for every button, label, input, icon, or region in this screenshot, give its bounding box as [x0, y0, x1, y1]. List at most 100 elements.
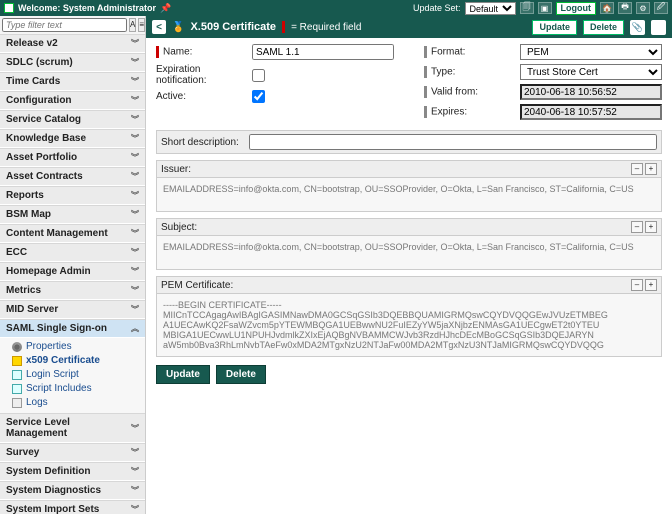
- nav-group-label: Configuration: [6, 95, 72, 106]
- short-desc-input[interactable]: [249, 134, 657, 150]
- nav-subitem[interactable]: Script Includes: [12, 382, 141, 395]
- top-bar: Welcome: System Administrator 📌 Update S…: [0, 0, 672, 16]
- form-title: X.509 Certificate: [190, 21, 276, 33]
- nav-group[interactable]: Service Catalog︾: [0, 110, 145, 129]
- nav-group-label: MID Server: [6, 304, 58, 315]
- subject-text[interactable]: EMAILADDRESS=info@okta.com, CN=bootstrap…: [156, 236, 662, 270]
- format-select[interactable]: PEM: [520, 44, 662, 60]
- nav-subitem[interactable]: x509 Certificate: [12, 354, 141, 367]
- nav-group[interactable]: System Definition︾: [0, 462, 145, 481]
- nav-group[interactable]: Knowledge Base︾: [0, 129, 145, 148]
- nav-group-label: ECC: [6, 247, 27, 258]
- nav-group[interactable]: Release v2︾: [0, 34, 145, 53]
- chevron-down-icon: ︾: [131, 447, 139, 458]
- active-checkbox[interactable]: [252, 90, 265, 103]
- chevron-down-icon: ︾: [131, 171, 139, 182]
- chevron-down-icon: ︾: [131, 76, 139, 87]
- short-desc-row: Short description:: [156, 130, 662, 154]
- nav-group[interactable]: Time Cards︾: [0, 72, 145, 91]
- nav-group-label: Service Level Management: [6, 417, 131, 439]
- header-menu-icon[interactable]: ▾: [651, 20, 666, 35]
- pem-collapse-icon[interactable]: –: [631, 279, 643, 291]
- nav-group[interactable]: SDLC (scrum)︾: [0, 53, 145, 72]
- active-label: Active:: [156, 91, 246, 102]
- pem-label: PEM Certificate:: [161, 280, 233, 291]
- header-attach-icon[interactable]: 📎: [630, 20, 645, 35]
- nav-group[interactable]: Survey︾: [0, 443, 145, 462]
- nav-group[interactable]: MID Server︾: [0, 300, 145, 319]
- issuer-label: Issuer:: [161, 164, 191, 175]
- nav-group-label: Reports: [6, 190, 44, 201]
- nav-group[interactable]: Service Level Management︾: [0, 413, 145, 443]
- help-icon[interactable]: 🖉: [654, 2, 668, 14]
- header-update-button[interactable]: Update: [532, 20, 577, 35]
- nav-group-label: Asset Contracts: [6, 171, 83, 182]
- nav-subitem[interactable]: Properties: [12, 340, 141, 353]
- chevron-down-icon: ︾: [131, 133, 139, 144]
- nav-group[interactable]: Asset Contracts ︾: [0, 167, 145, 186]
- nav-group[interactable]: SAML Single Sign-on︽: [0, 319, 145, 338]
- back-button[interactable]: <: [152, 20, 166, 34]
- type-select[interactable]: Trust Store Cert: [520, 64, 662, 80]
- cert-icon: 🏅: [172, 22, 184, 33]
- issuer-collapse-icon[interactable]: –: [631, 163, 643, 175]
- exp-notify-checkbox[interactable]: [252, 69, 265, 82]
- nav-group[interactable]: Metrics︾: [0, 281, 145, 300]
- filter-expand-icon[interactable]: ≡: [138, 18, 145, 32]
- nav-group[interactable]: Asset Portfolio︾: [0, 148, 145, 167]
- chevron-down-icon: ︾: [131, 423, 139, 434]
- chevron-down-icon: ︾: [131, 247, 139, 258]
- exp-notify-label: Expiration notification:: [156, 64, 246, 86]
- nav-group[interactable]: Content Management︾: [0, 224, 145, 243]
- issuer-expand-icon[interactable]: +: [645, 163, 657, 175]
- view-set-icon[interactable]: 🗐: [520, 2, 534, 14]
- nav-group[interactable]: BSM Map︾: [0, 205, 145, 224]
- settings-icon[interactable]: ▣: [538, 2, 552, 14]
- nav-group[interactable]: Configuration ︾: [0, 91, 145, 110]
- home-icon[interactable]: 🏠: [600, 2, 614, 14]
- nav-group[interactable]: Reports︾: [0, 186, 145, 205]
- chevron-down-icon: ︾: [131, 57, 139, 68]
- chevron-down-icon: ︾: [131, 95, 139, 106]
- expires-label: Expires:: [424, 106, 514, 118]
- chevron-down-icon: ︾: [131, 266, 139, 277]
- subject-collapse-icon[interactable]: –: [631, 221, 643, 233]
- welcome-block: Welcome: System Administrator 📌: [4, 3, 413, 14]
- delete-button[interactable]: Delete: [216, 365, 266, 384]
- required-marker: [282, 21, 285, 33]
- main-pane: < 🏅 X.509 Certificate = Required field U…: [146, 16, 672, 514]
- subject-expand-icon[interactable]: +: [645, 221, 657, 233]
- filter-clear-icon[interactable]: A: [129, 18, 136, 32]
- log-icon: [12, 398, 22, 408]
- nav-group-label: Content Management: [6, 228, 108, 239]
- nav-subitem[interactable]: Login Script: [12, 368, 141, 381]
- issuer-text[interactable]: EMAILADDRESS=info@okta.com, CN=bootstrap…: [156, 178, 662, 212]
- pem-expand-icon[interactable]: +: [645, 279, 657, 291]
- nav-sublist: Propertiesx509 CertificateLogin ScriptSc…: [0, 338, 145, 413]
- nav-group[interactable]: ECC ︾: [0, 243, 145, 262]
- script-icon: [12, 370, 22, 380]
- cert-icon: [12, 356, 22, 366]
- print-icon[interactable]: 🖶: [618, 2, 632, 14]
- chevron-down-icon: ︾: [131, 504, 139, 514]
- nav-subitem[interactable]: Logs: [12, 396, 141, 409]
- nav-group-label: BSM Map: [6, 209, 51, 220]
- pem-text[interactable]: -----BEGIN CERTIFICATE----- MIICnTCCAgag…: [156, 294, 662, 357]
- logout-button[interactable]: Logout: [556, 2, 597, 15]
- update-set-label: Update Set:: [413, 3, 461, 13]
- nav-group[interactable]: System Diagnostics︾: [0, 481, 145, 500]
- debug-icon[interactable]: ⚙: [636, 2, 650, 14]
- form-header: < 🏅 X.509 Certificate = Required field U…: [146, 16, 672, 38]
- type-label: Type:: [424, 66, 514, 78]
- short-desc-label: Short description:: [161, 137, 239, 148]
- update-set-select[interactable]: Default: [465, 2, 516, 15]
- header-delete-button[interactable]: Delete: [583, 20, 624, 35]
- nav-group-label: Asset Portfolio: [6, 152, 77, 163]
- update-button[interactable]: Update: [156, 365, 210, 384]
- nav-group-label: Metrics: [6, 285, 41, 296]
- name-input[interactable]: [252, 44, 394, 60]
- nav-group[interactable]: System Import Sets︾: [0, 500, 145, 514]
- filter-input[interactable]: [2, 18, 127, 32]
- nav-group-label: Homepage Admin: [6, 266, 91, 277]
- nav-group[interactable]: Homepage Admin ︾: [0, 262, 145, 281]
